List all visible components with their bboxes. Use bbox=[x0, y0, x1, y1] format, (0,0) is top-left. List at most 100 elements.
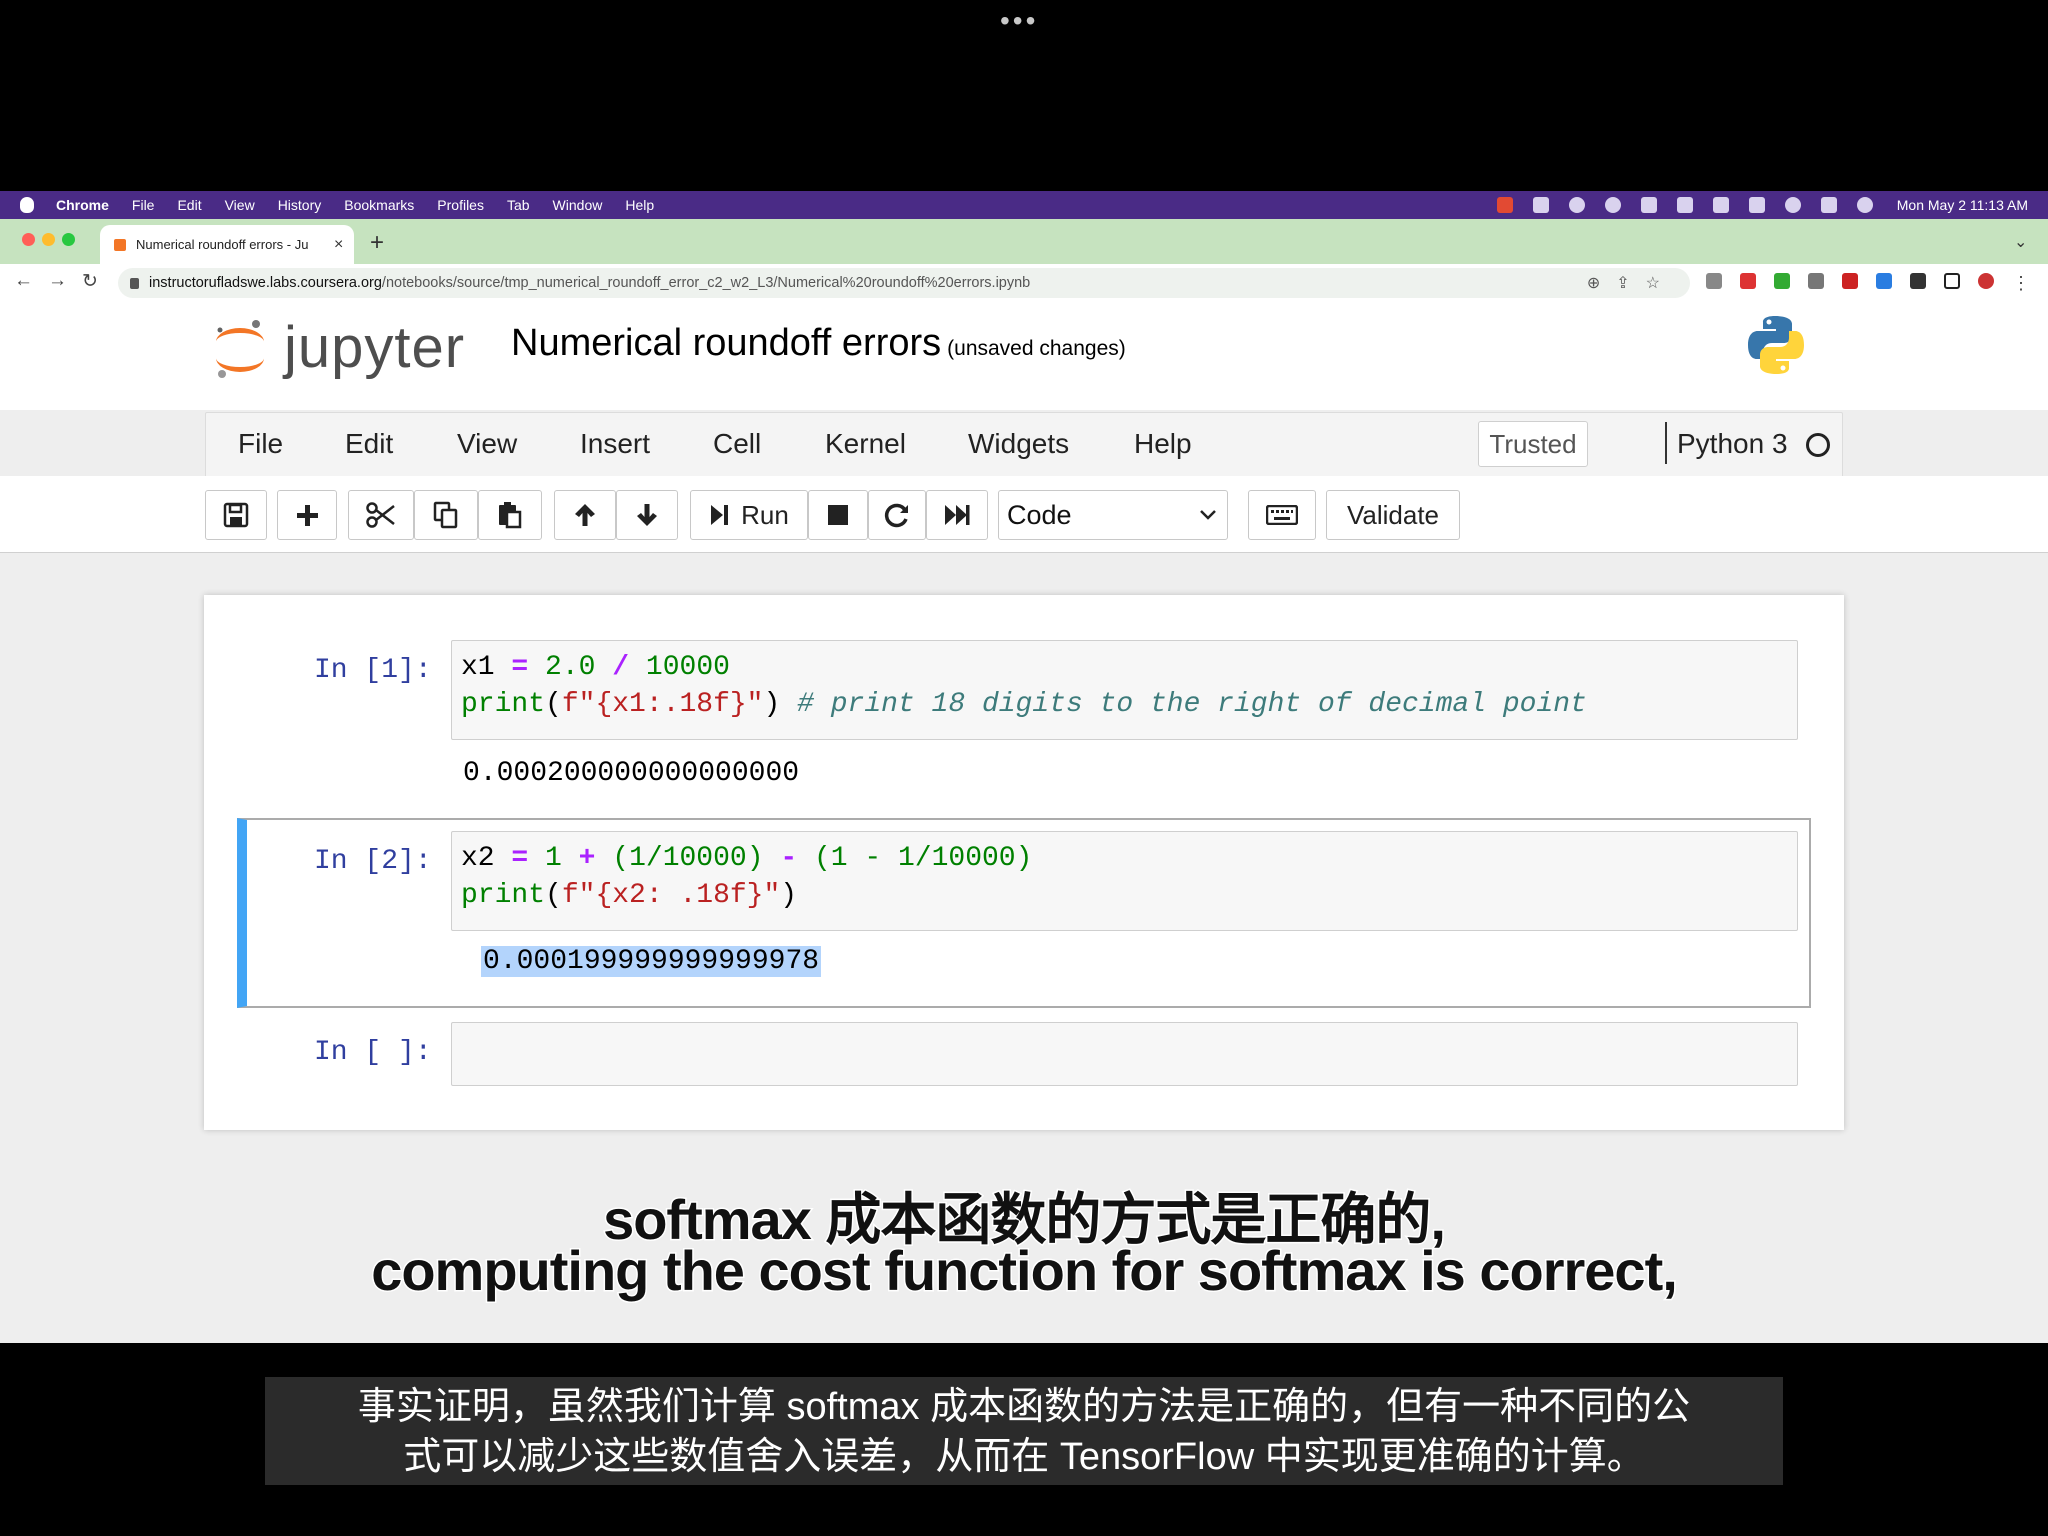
validate-button[interactable]: Validate bbox=[1326, 490, 1460, 540]
paste-button[interactable] bbox=[478, 490, 542, 540]
jupyter-menu-kernel[interactable]: Kernel bbox=[825, 428, 906, 460]
menu-bookmarks[interactable]: Bookmarks bbox=[344, 197, 414, 213]
cut-button[interactable] bbox=[348, 490, 414, 540]
sync-icon[interactable] bbox=[1604, 197, 1621, 213]
chevron-down-icon bbox=[1200, 510, 1216, 520]
jupyter-logo-icon[interactable] bbox=[212, 318, 268, 380]
zoom-icon[interactable]: ⊕ bbox=[1587, 275, 1616, 292]
cell-2-output[interactable]: 0.000199999999999978 bbox=[481, 946, 822, 977]
menu-profiles[interactable]: Profiles bbox=[437, 197, 484, 213]
audio-icon[interactable] bbox=[1532, 197, 1549, 213]
reload-icon[interactable]: ↻ bbox=[82, 270, 98, 293]
jupyter-menu-edit[interactable]: Edit bbox=[345, 428, 393, 460]
recording-icon[interactable] bbox=[1496, 197, 1513, 213]
run-button[interactable]: Run bbox=[690, 490, 808, 540]
arrow-down-icon bbox=[637, 504, 657, 526]
notebook-title[interactable]: Numerical roundoff errors (unsaved change… bbox=[511, 322, 1126, 365]
url-host: instructorufladswe.labs.coursera.org bbox=[149, 275, 382, 291]
notebook-name[interactable]: Numerical roundoff errors bbox=[511, 322, 941, 364]
window-minimize-button[interactable] bbox=[42, 233, 55, 246]
code-token: / bbox=[612, 652, 630, 683]
url-path: /notebooks/source/tmp_numerical_roundoff… bbox=[381, 275, 1031, 291]
siri-icon[interactable] bbox=[1856, 197, 1873, 213]
wifi-icon[interactable] bbox=[1748, 197, 1765, 213]
move-up-button[interactable] bbox=[554, 490, 616, 540]
jupyter-menu-view[interactable]: View bbox=[457, 428, 517, 460]
forward-arrow-icon[interactable]: → bbox=[48, 270, 67, 292]
browser-tab-active[interactable]: Numerical roundoff errors - Ju × bbox=[100, 225, 354, 264]
more-menu-icon[interactable]: ⋮ bbox=[2012, 273, 2030, 293]
menu-file[interactable]: File bbox=[132, 197, 155, 213]
cell-1-code[interactable]: x1 = 2.0 / 10000 print(f"{x1:.18f}") # p… bbox=[452, 641, 1797, 731]
cell-2-input[interactable]: x2 = 1 + (1/10000) - (1 - 1/10000) print… bbox=[451, 831, 1798, 931]
menu-view[interactable]: View bbox=[225, 197, 255, 213]
menu-window[interactable]: Window bbox=[553, 197, 603, 213]
save-button[interactable] bbox=[205, 490, 267, 540]
command-palette-button[interactable] bbox=[1248, 490, 1316, 540]
jupyter-menu-help[interactable]: Help bbox=[1134, 428, 1192, 460]
puzzle-icon[interactable] bbox=[1910, 273, 1926, 289]
extension-icon[interactable] bbox=[1706, 273, 1722, 289]
extension-icon[interactable] bbox=[1808, 273, 1824, 289]
back-arrow-icon[interactable]: ← bbox=[14, 270, 33, 292]
menubar-clock[interactable]: Mon May 2 11:13 AM bbox=[1897, 197, 2028, 213]
menu-tab[interactable]: Tab bbox=[507, 197, 530, 213]
move-down-button[interactable] bbox=[616, 490, 678, 540]
trusted-indicator[interactable]: Trusted bbox=[1478, 421, 1588, 467]
apple-icon[interactable] bbox=[20, 197, 34, 213]
python-logo-icon bbox=[1748, 316, 1804, 374]
cell-2-prompt: In [2]: bbox=[314, 846, 432, 877]
extension-icon[interactable] bbox=[1740, 273, 1756, 289]
restart-run-all-button[interactable] bbox=[926, 490, 988, 540]
kernel-name[interactable]: Python 3 bbox=[1677, 428, 1788, 460]
code-token: 10000 bbox=[645, 652, 730, 683]
layout-icon[interactable] bbox=[1676, 197, 1693, 213]
menu-history[interactable]: History bbox=[278, 197, 322, 213]
ublock-icon[interactable] bbox=[1842, 273, 1858, 289]
side-panel-icon[interactable] bbox=[1944, 273, 1960, 289]
jupyter-menu-file[interactable]: File bbox=[238, 428, 283, 460]
cell-3-input[interactable] bbox=[451, 1022, 1798, 1086]
menu-chrome[interactable]: Chrome bbox=[56, 197, 109, 213]
interrupt-kernel-button[interactable] bbox=[808, 490, 868, 540]
code-token: + bbox=[578, 843, 596, 874]
code-token: (1/10000) bbox=[612, 843, 764, 874]
share-icon[interactable]: ⇪ bbox=[1616, 275, 1645, 292]
cell-2-code[interactable]: x2 = 1 + (1/10000) - (1 - 1/10000) print… bbox=[452, 832, 1797, 922]
jupyter-logo-text[interactable]: jupyter bbox=[284, 314, 465, 381]
insert-cell-button[interactable] bbox=[277, 490, 337, 540]
address-bar[interactable]: instructorufladswe.labs.coursera.org/not… bbox=[118, 268, 1690, 298]
code-token: - bbox=[780, 843, 798, 874]
step-forward-icon bbox=[711, 505, 729, 525]
jupyter-menu-widgets[interactable]: Widgets bbox=[968, 428, 1069, 460]
tab-close-icon[interactable]: × bbox=[334, 236, 343, 254]
menu-edit[interactable]: Edit bbox=[177, 197, 201, 213]
profile-avatar[interactable] bbox=[1978, 273, 1994, 289]
kernel-separator bbox=[1665, 422, 1667, 464]
spotlight-search-icon[interactable] bbox=[1784, 197, 1801, 213]
omnibox-actions[interactable]: ⊕⇪☆ bbox=[1587, 273, 1676, 293]
jupyter-menu-insert[interactable]: Insert bbox=[580, 428, 650, 460]
menu-help[interactable]: Help bbox=[625, 197, 654, 213]
restart-kernel-button[interactable] bbox=[868, 490, 926, 540]
tab-search-chevron-icon[interactable]: ⌄ bbox=[2014, 232, 2027, 252]
code-token: ( bbox=[545, 689, 562, 720]
jupyter-menu-cell[interactable]: Cell bbox=[713, 428, 761, 460]
user-avatar-icon[interactable] bbox=[1568, 197, 1585, 213]
zoom-extension-icon[interactable] bbox=[1876, 273, 1892, 289]
macos-menubar: Chrome File Edit View History Bookmarks … bbox=[0, 191, 2048, 219]
window-close-button[interactable] bbox=[22, 233, 35, 246]
bluetooth-icon[interactable] bbox=[1712, 197, 1729, 213]
plus-icon bbox=[297, 505, 318, 526]
cell-type-select[interactable]: Code bbox=[998, 490, 1228, 540]
bookmark-star-icon[interactable]: ☆ bbox=[1646, 275, 1676, 292]
new-tab-button[interactable]: + bbox=[370, 229, 384, 257]
copy-button[interactable] bbox=[414, 490, 478, 540]
window-zoom-button[interactable] bbox=[62, 233, 75, 246]
cell-1-input[interactable]: x1 = 2.0 / 10000 print(f"{x1:.18f}") # p… bbox=[451, 640, 1798, 740]
control-center-icon[interactable] bbox=[1820, 197, 1837, 213]
shield-icon[interactable] bbox=[1774, 273, 1790, 289]
airdrop-icon[interactable] bbox=[1640, 197, 1657, 213]
lock-icon[interactable] bbox=[130, 277, 139, 289]
arrow-up-icon bbox=[575, 504, 595, 526]
